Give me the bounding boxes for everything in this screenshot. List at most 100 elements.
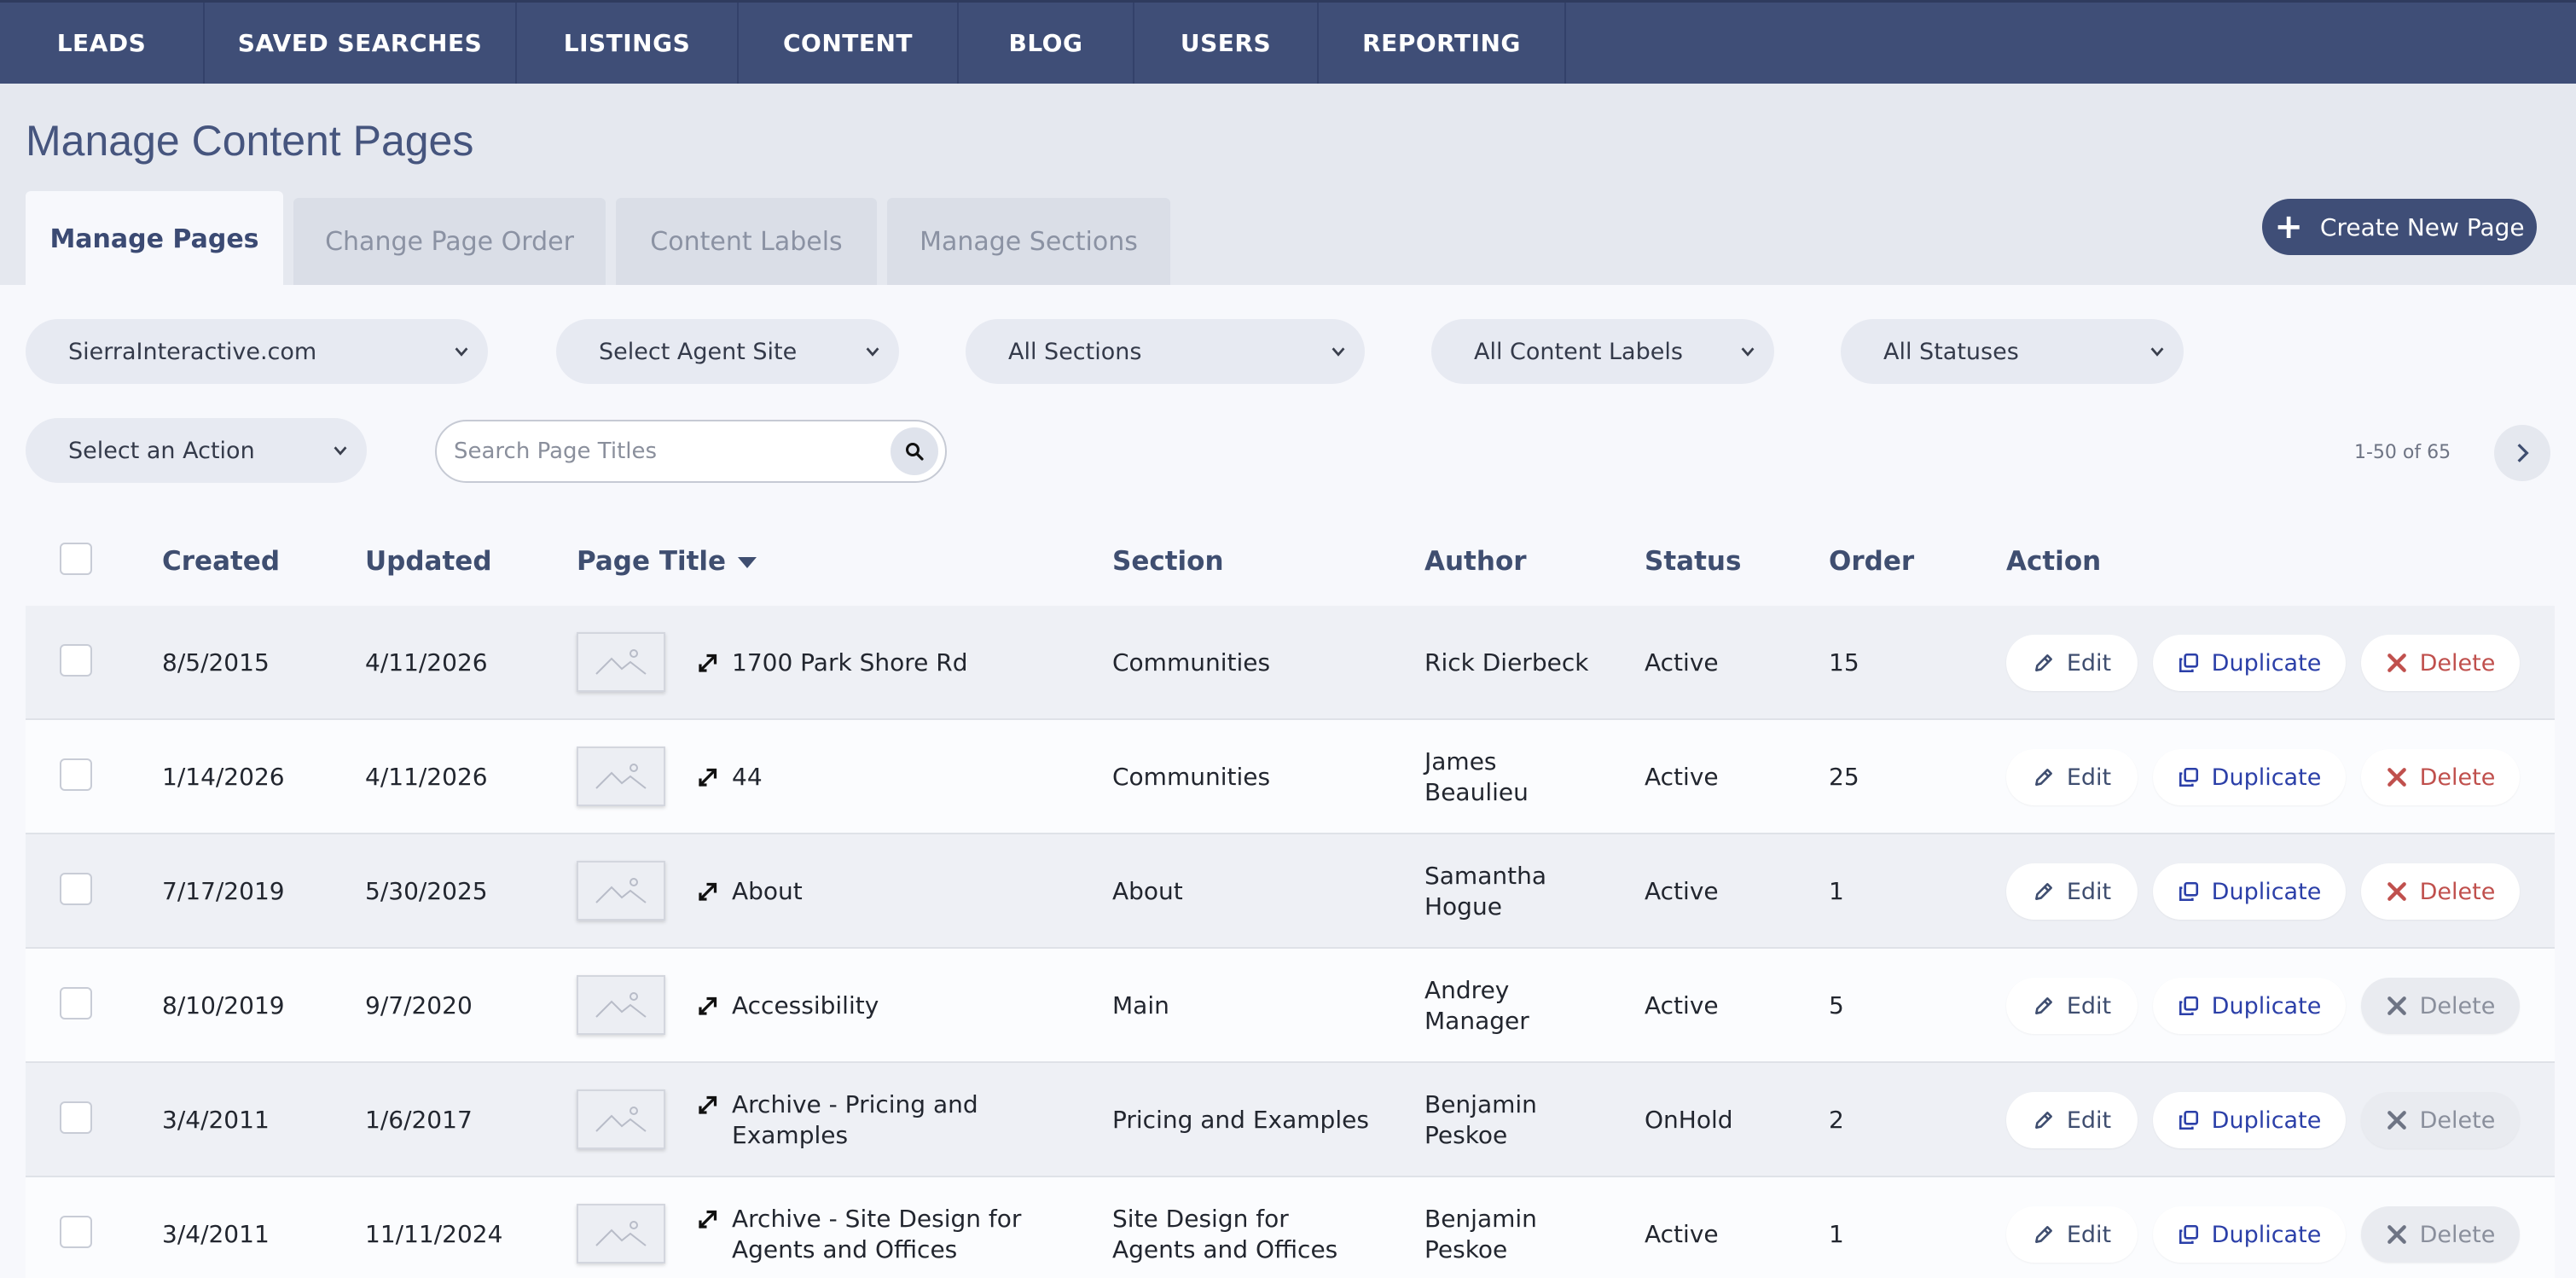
nav-item-users[interactable]: USERS: [1134, 3, 1319, 84]
created-date: 7/17/2019: [162, 877, 285, 905]
delete-button[interactable]: Delete: [2361, 635, 2520, 691]
select-all-checkbox[interactable]: [60, 543, 92, 575]
external-link-icon[interactable]: [696, 649, 722, 675]
page-thumbnail[interactable]: [577, 632, 665, 692]
delete-button[interactable]: Delete: [2361, 978, 2520, 1034]
duplicate-button[interactable]: Duplicate: [2153, 978, 2346, 1034]
duplicate-button[interactable]: Duplicate: [2153, 635, 2346, 691]
updated-date: 5/30/2025: [365, 877, 488, 905]
edit-label: Edit: [2066, 649, 2112, 677]
site-select[interactable]: SierraInteractive.com: [26, 319, 488, 384]
row-checkbox[interactable]: [60, 644, 92, 677]
column-section[interactable]: Section: [1112, 546, 1224, 577]
edit-button[interactable]: Edit: [2006, 1206, 2138, 1263]
status-value: OnHold: [1645, 1106, 1733, 1134]
created-date: 3/4/2011: [162, 1106, 270, 1134]
tab-change-page-order[interactable]: Change Page Order: [293, 198, 606, 285]
duplicate-button[interactable]: Duplicate: [2153, 1092, 2346, 1148]
nav-item-blog[interactable]: BLOG: [959, 3, 1134, 84]
tab-manage-pages[interactable]: Manage Pages: [26, 191, 283, 287]
order-value: 5: [1829, 991, 1844, 1019]
page-title-link[interactable]: Accessibility: [732, 990, 1039, 1021]
edit-button[interactable]: Edit: [2006, 863, 2138, 920]
delete-button[interactable]: Delete: [2361, 1092, 2520, 1148]
column-updated[interactable]: Updated: [365, 546, 492, 577]
row-checkbox[interactable]: [60, 987, 92, 1019]
search-input[interactable]: [454, 439, 891, 464]
column-status[interactable]: Status: [1645, 546, 1741, 577]
sections-select[interactable]: All Sections: [966, 319, 1365, 384]
content-labels-select[interactable]: All Content Labels: [1431, 319, 1774, 384]
section-line: Site Design for: [1112, 1205, 1289, 1233]
agent-site-select[interactable]: Select Agent Site: [556, 319, 899, 384]
edit-button[interactable]: Edit: [2006, 635, 2138, 691]
nav-item-reporting[interactable]: REPORTING: [1319, 3, 1566, 84]
page-thumbnail[interactable]: [577, 1204, 665, 1263]
next-page-button[interactable]: [2494, 425, 2550, 481]
page-title-line: Accessibility: [732, 991, 879, 1019]
duplicate-button[interactable]: Duplicate: [2153, 863, 2346, 920]
content-labels-select-value: All Content Labels: [1474, 338, 1683, 365]
page-title-link[interactable]: 44: [732, 762, 1039, 793]
nav-item-listings[interactable]: LISTINGS: [517, 3, 739, 84]
page-title-link[interactable]: Archive - Pricing and Examples: [732, 1089, 1039, 1151]
page-title-link[interactable]: About: [732, 876, 1039, 907]
image-placeholder-icon: [595, 992, 647, 1018]
edit-button[interactable]: Edit: [2006, 978, 2138, 1034]
page-thumbnail[interactable]: [577, 746, 665, 806]
delete-label: Delete: [2419, 1221, 2496, 1248]
delete-button[interactable]: Delete: [2361, 749, 2520, 805]
page-thumbnail[interactable]: [577, 1089, 665, 1149]
tab-content-labels[interactable]: Content Labels: [616, 198, 877, 285]
row-checkbox[interactable]: [60, 1216, 92, 1248]
author-cell: Benjamin Peskoe: [1424, 1204, 1537, 1265]
external-link-icon[interactable]: [696, 1091, 722, 1117]
column-order[interactable]: Order: [1829, 546, 1914, 577]
table-row: 7/17/2019 5/30/2025 About About Samantha Hogu…: [26, 834, 2555, 949]
section-cell: Communities: [1112, 762, 1270, 793]
duplicate-label: Duplicate: [2211, 649, 2322, 677]
column-created[interactable]: Created: [162, 546, 280, 577]
updated-date: 1/6/2017: [365, 1106, 473, 1134]
delete-button[interactable]: Delete: [2361, 863, 2520, 920]
edit-label: Edit: [2066, 1107, 2112, 1134]
create-new-page-button[interactable]: + Create New Page: [2262, 199, 2537, 255]
row-checkbox[interactable]: [60, 873, 92, 905]
create-new-page-label: Create New Page: [2319, 212, 2525, 241]
search-box: [435, 420, 947, 483]
row-checkbox[interactable]: [60, 758, 92, 791]
external-link-icon[interactable]: [696, 764, 722, 789]
external-link-icon[interactable]: [696, 1205, 722, 1231]
page-thumbnail[interactable]: [577, 861, 665, 921]
delete-button[interactable]: Delete: [2361, 1206, 2520, 1263]
duplicate-button[interactable]: Duplicate: [2153, 1206, 2346, 1263]
pencil-icon: [2034, 654, 2052, 671]
page-thumbnail[interactable]: [577, 975, 665, 1035]
column-author[interactable]: Author: [1424, 546, 1527, 577]
search-icon: [906, 443, 924, 461]
page-title-link[interactable]: 1700 Park Shore Rd: [732, 648, 1039, 678]
author-line: Benjamin: [1424, 1090, 1537, 1118]
nav-item-saved-searches[interactable]: SAVED SEARCHES: [205, 3, 517, 84]
duplicate-button[interactable]: Duplicate: [2153, 749, 2346, 805]
duplicate-label: Duplicate: [2211, 878, 2322, 905]
page-title-link[interactable]: Archive - Site Design for Agents and Offi…: [732, 1204, 1039, 1265]
action-select[interactable]: Select an Action: [26, 418, 367, 483]
nav-item-leads[interactable]: LEADS: [0, 3, 205, 84]
tab-manage-sections[interactable]: Manage Sections: [887, 198, 1170, 285]
nav-item-content[interactable]: CONTENT: [739, 3, 959, 84]
edit-button[interactable]: Edit: [2006, 749, 2138, 805]
search-button[interactable]: [891, 427, 938, 475]
statuses-select[interactable]: All Statuses: [1841, 319, 2184, 384]
table-row: 3/4/2011 1/6/2017 Archive - Pricing and Exa…: [26, 1063, 2555, 1177]
author-line: James: [1424, 747, 1497, 776]
external-link-icon[interactable]: [696, 878, 722, 903]
order-value: 2: [1829, 1106, 1844, 1134]
pagination-range: 1-50 of 65: [2354, 442, 2451, 463]
external-link-icon[interactable]: [696, 992, 722, 1018]
order-value: 15: [1829, 648, 1859, 677]
image-placeholder-icon: [595, 1107, 647, 1132]
column-page-title[interactable]: Page Title: [577, 546, 757, 577]
edit-button[interactable]: Edit: [2006, 1092, 2138, 1148]
row-checkbox[interactable]: [60, 1101, 92, 1134]
